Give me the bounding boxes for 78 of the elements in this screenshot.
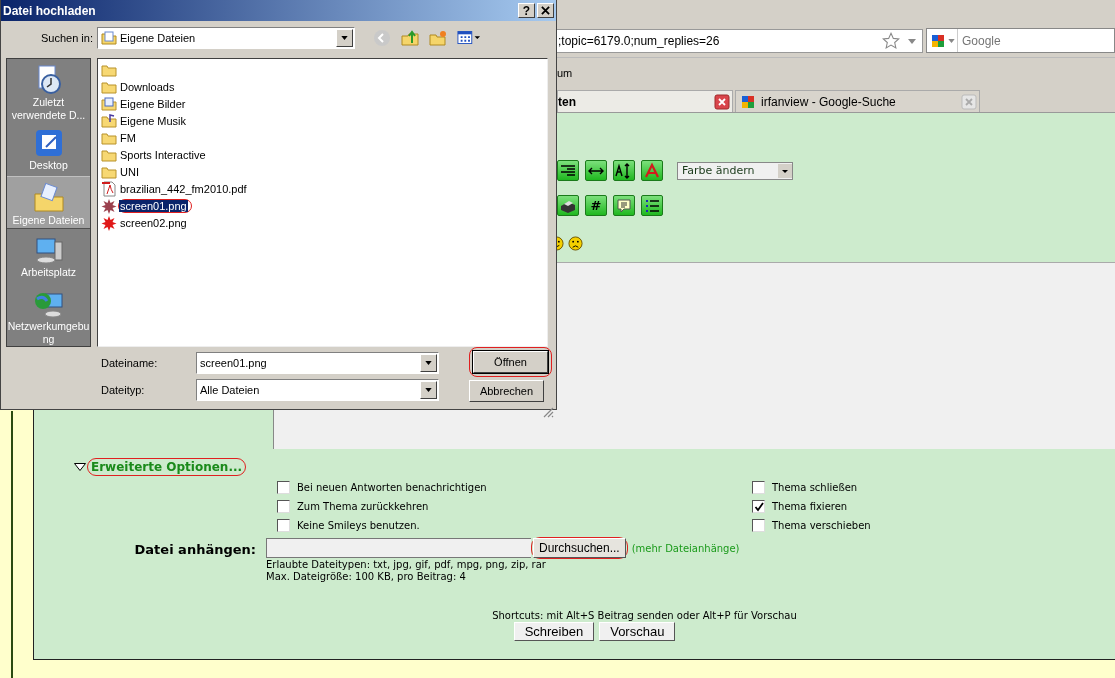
image-file-icon (101, 214, 117, 231)
checkbox-label: Keine Smileys benutzen. (297, 520, 420, 531)
folder-icon (101, 112, 117, 129)
list-button[interactable] (641, 195, 663, 216)
speech-bubble-icon (615, 196, 633, 215)
file-item[interactable]: Eigene Bilder (119, 97, 187, 110)
attach-label: Datei anhängen: (133, 541, 257, 559)
image-file-icon (101, 197, 117, 214)
checkbox-label: Thema verschieben (772, 520, 871, 531)
places-item[interactable]: Desktop (7, 122, 90, 176)
font-size-button[interactable] (613, 160, 635, 181)
close-button[interactable] (537, 3, 554, 18)
checkbox-label: Bei neuen Antworten benachrichtigen (297, 482, 487, 493)
browser-tab[interactable]: irfanview - Google-Suche (735, 90, 980, 112)
close-icon (541, 6, 550, 15)
align-right-button[interactable] (557, 160, 579, 181)
file-item[interactable]: Downloads (119, 80, 176, 93)
file-type-dropdown[interactable]: Alle Dateien (196, 379, 439, 401)
folder-icon (101, 95, 117, 112)
sad-smiley-icon[interactable] (568, 236, 583, 251)
checkbox[interactable] (752, 519, 765, 532)
checkbox[interactable] (277, 500, 290, 513)
open-button[interactable]: Öffnen (473, 351, 548, 373)
look-in-label: Suchen in: (41, 32, 93, 44)
places-item[interactable]: Zuletzt verwendete D... (7, 59, 90, 122)
checkbox[interactable] (277, 519, 290, 532)
pdf-file-icon (101, 180, 117, 197)
close-icon[interactable] (714, 93, 730, 110)
url-text: ;topic=6179.0;num_replies=26 (558, 34, 721, 48)
file-item[interactable]: Eigene Musik (119, 114, 188, 127)
attachment-info-text: Erlaubte Dateitypen: txt, jpg, gif, pdf, mpg, png, zip, rar (266, 559, 547, 571)
resize-grip-icon[interactable] (542, 406, 554, 418)
documents-folder-icon (101, 30, 117, 46)
rule-button[interactable] (585, 160, 607, 181)
file-item[interactable]: FM (119, 131, 137, 144)
file-item[interactable]: brazilian_442_fm2010.pdf (119, 182, 248, 195)
hash-button[interactable]: # (585, 195, 607, 216)
star-icon[interactable] (882, 32, 900, 50)
cancel-button[interactable]: Abbrechen (469, 380, 544, 402)
file-name-field[interactable]: screen01.png (196, 352, 439, 374)
search-field[interactable]: Google (926, 28, 1115, 53)
browse-button[interactable]: Durchsuchen... (533, 538, 626, 558)
file-item[interactable]: screen02.png (119, 216, 188, 229)
checkbox-label: Thema schließen (772, 482, 858, 493)
search-engine-icon[interactable] (930, 32, 946, 49)
help-button[interactable]: ? (518, 3, 535, 18)
shortcuts-text: Shortcuts: mit Alt+S Beitrag senden oder Alt+P für Vorschau (492, 609, 797, 622)
view-menu-icon[interactable] (457, 30, 481, 46)
file-type-label: Dateityp: (101, 384, 146, 396)
file-item[interactable]: Sports Interactive (119, 148, 207, 161)
file-name-label: Dateiname: (101, 357, 159, 369)
tab-favicon-icon (740, 93, 756, 110)
file-item[interactable]: screen01.png (119, 199, 188, 212)
file-input-field[interactable] (266, 538, 531, 558)
collapse-triangle-icon[interactable] (74, 463, 86, 471)
browser-tab[interactable]: ten (557, 90, 733, 112)
checkbox[interactable] (752, 481, 765, 494)
checkbox[interactable] (277, 481, 290, 494)
dialog-title: Datei hochladen (3, 3, 96, 18)
checkbox-label: Zum Thema zurückkehren (297, 501, 429, 512)
look-in-dropdown[interactable]: Eigene Dateien (97, 27, 355, 49)
documents-icon (32, 181, 65, 214)
form-button[interactable]: Schreiben (513, 622, 595, 641)
folder-up-icon[interactable] (401, 29, 419, 47)
checkbox[interactable] (752, 500, 765, 513)
bookmark-item[interactable]: um (557, 66, 573, 79)
checkbox-label: Thema fixieren (772, 501, 848, 512)
quote-button[interactable] (613, 195, 635, 216)
attachment-info-text: Max. Dateigröße: 100 KB, pro Beitrag: 4 (266, 571, 467, 583)
color-select[interactable]: Farbe ändern (677, 161, 793, 180)
places-item[interactable]: Netzwerkumgebung (7, 283, 90, 346)
font-color-icon (643, 161, 661, 180)
places-item[interactable]: Arbeitsplatz (7, 229, 90, 283)
form-button[interactable]: Vorschau (599, 622, 676, 641)
address-bar[interactable]: ;topic=6179.0;num_replies=26 (555, 29, 923, 53)
font-color-button[interactable] (641, 160, 663, 181)
file-item[interactable]: UNI (119, 165, 140, 178)
printer-button[interactable] (557, 195, 579, 216)
